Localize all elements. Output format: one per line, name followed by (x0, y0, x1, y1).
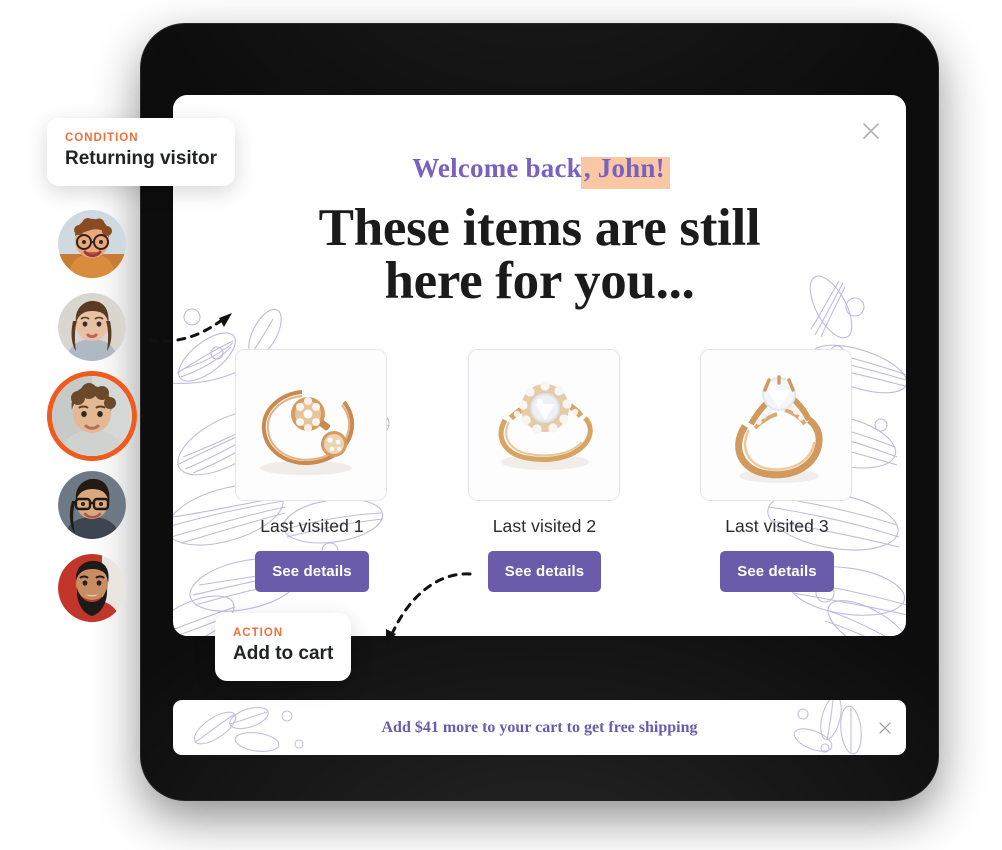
welcome-line: Welcome back, John! (173, 153, 906, 189)
shipping-message: Add $41 more to your cart to get free sh… (381, 718, 698, 736)
avatar-3[interactable] (52, 376, 132, 456)
product-card: Last visited 2 See details (467, 349, 622, 592)
avatar-rail (52, 210, 142, 637)
close-icon[interactable] (858, 118, 884, 144)
avatar-1[interactable] (58, 210, 126, 278)
product-label: Last visited 1 (260, 516, 364, 536)
product-image-2[interactable] (467, 349, 620, 501)
page-title: These items are still here for you... (233, 202, 846, 308)
headline-line-2: here for you... (384, 252, 695, 310)
product-label: Last visited 2 (492, 516, 597, 536)
free-shipping-bar: Add $41 more to your cart to get free sh… (173, 700, 906, 755)
welcome-name-highlight: , John! (580, 153, 670, 189)
product-list: Last visited 1 See details Last visited … (235, 349, 854, 592)
avatar-5[interactable] (58, 554, 126, 622)
product-image-3[interactable] (700, 349, 852, 501)
close-icon[interactable] (876, 719, 894, 737)
see-details-button-1[interactable]: See details (255, 551, 369, 592)
product-image-1[interactable] (235, 349, 387, 501)
product-card: Last visited 3 See details (700, 349, 854, 592)
product-card: Last visited 1 See details (235, 349, 389, 592)
callout-title: Add to cart (233, 643, 334, 664)
welcome-prefix: Welcome back (412, 153, 582, 183)
callout-title: Returning visitor (65, 148, 218, 169)
callout-action: ACTION Add to cart (215, 613, 352, 681)
avatar-2[interactable] (58, 293, 126, 361)
callout-condition: CONDITION Returning visitor (47, 118, 236, 186)
product-label: Last visited 3 (725, 516, 829, 536)
promo-modal: Welcome back, John! These items are stil… (173, 95, 906, 636)
headline-line-1: These items are still (318, 199, 761, 257)
see-details-button-2[interactable]: See details (487, 551, 602, 592)
see-details-button-3[interactable]: See details (720, 551, 834, 592)
avatar-4[interactable] (58, 471, 126, 539)
callout-kicker: CONDITION (65, 132, 139, 144)
callout-kicker: ACTION (233, 627, 284, 639)
